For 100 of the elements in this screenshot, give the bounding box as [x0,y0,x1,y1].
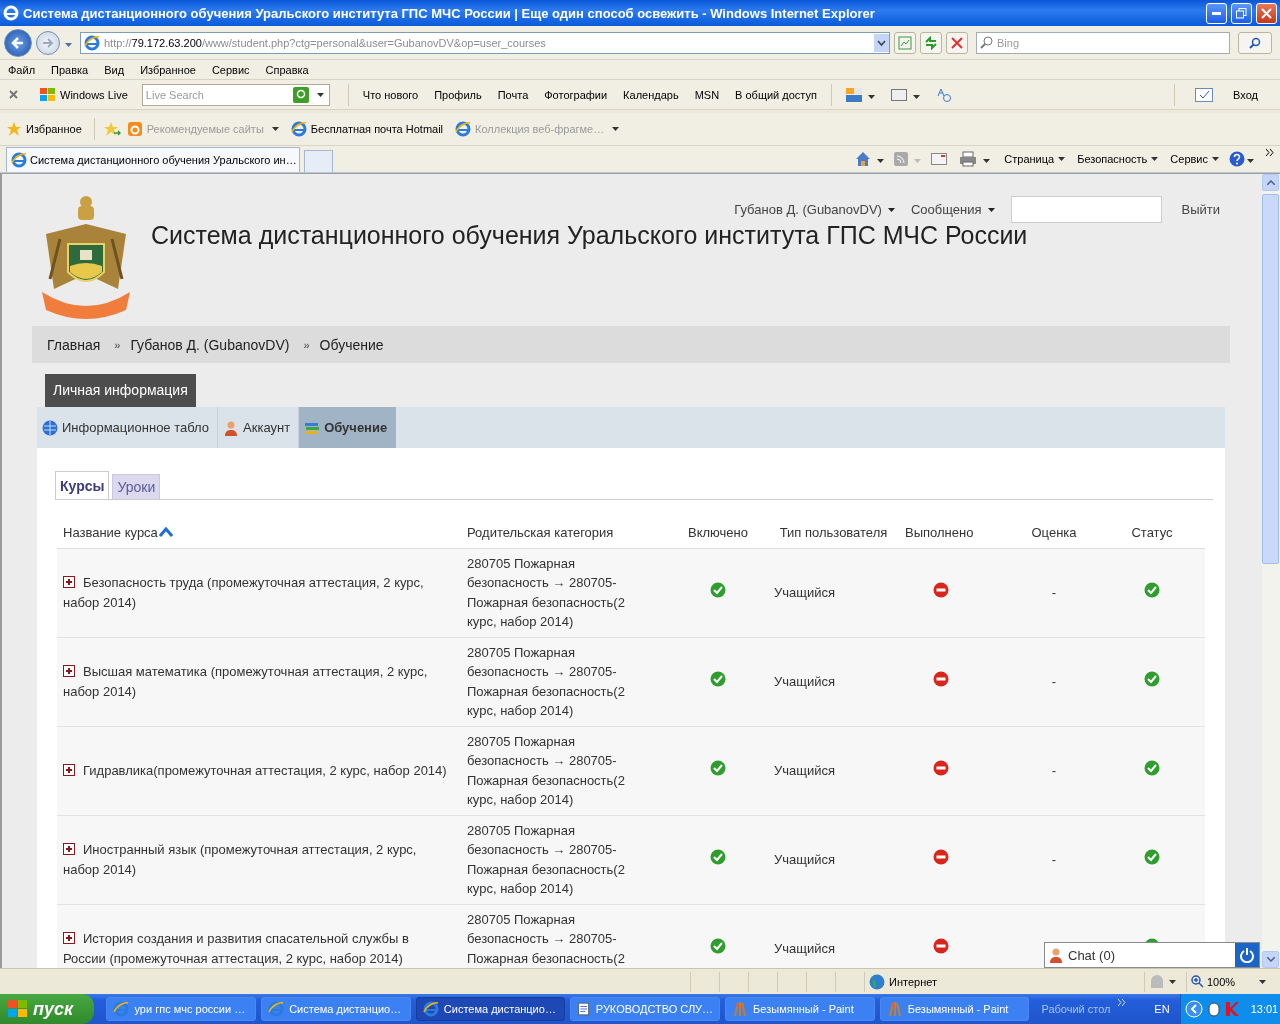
course-name[interactable]: История создания и развития спасательной службы в России (промежуточная аттестация, 2 курс, набор 2014) [63,929,455,968]
refresh-button[interactable] [920,31,942,54]
column-header[interactable]: Название курса [63,524,173,540]
mouse-icon[interactable] [1206,1001,1221,1017]
windows-live-link[interactable]: Windows Live [32,87,136,102]
browser-icon [3,5,19,21]
star-icon [6,121,22,137]
checklist-icon[interactable] [1195,87,1214,102]
live-search-field[interactable]: Live Search [141,83,330,106]
course-name[interactable]: Высшая математика (промежуточная аттестация, 2 курс, набор 2014) [63,662,455,701]
address-field[interactable]: http://79.172.63.200/www/student.php?ctg=personal&user=GubanovDV&op=user_courses [80,31,890,54]
back-button[interactable] [4,28,32,57]
menu-item[interactable]: Справка [257,63,317,76]
browser-icon [455,121,472,137]
power-button[interactable] [1235,943,1259,967]
home-icon[interactable] [855,151,872,167]
browser-icon [268,1001,285,1017]
zoom-control[interactable]: 100% [1186,971,1280,992]
chat-label[interactable]: Chat (0) [1045,947,1235,963]
language-indicator[interactable]: EN [1154,1003,1170,1015]
menu-item[interactable]: Правка [43,63,97,76]
course-name[interactable]: Безопасность труда (промежуточная аттестация, 2 курс, набор 2014) [63,573,455,612]
favorites-link[interactable]: Бесплатная почта Hotmail [286,121,452,137]
user-type: Учащийся [774,584,836,600]
breadcrumb-link[interactable]: Губанов Д. (GubanovDV) [130,336,290,353]
breadcrumb-link[interactable]: Обучение [319,336,384,353]
taskbar-button[interactable]: Система дистанцио… [261,997,411,1021]
sub-tab[interactable]: Обучение [299,407,397,448]
desktop-toolbar[interactable]: Рабочий стол [1041,1003,1111,1015]
help-icon[interactable] [1229,151,1245,167]
expand-icon[interactable] [63,932,75,944]
caret-icon [1247,159,1254,163]
windows-logo-icon [8,1000,28,1018]
start-button[interactable]: пуск [0,994,94,1024]
sign-in-link[interactable]: Вход [1225,88,1266,101]
tab[interactable]: Курсы [55,471,110,499]
toolbar-link[interactable]: В общий доступ [727,88,825,101]
chevron-icon[interactable] [1266,149,1274,156]
print-icon[interactable] [959,151,978,167]
back-icon[interactable] [1184,1000,1203,1018]
menu-item[interactable]: Вид [96,63,133,76]
command-menu[interactable]: Сервис [1164,153,1225,165]
zoom-icon [1191,975,1204,988]
toolbar-link[interactable]: Почта [489,88,537,101]
browser-tab[interactable]: Система дистанционного обучения Уральского ин… [6,147,300,172]
course-name[interactable]: Иностранный язык (промежуточная аттестация, 2 курс, набор 2014) [63,840,455,879]
taskbar-button[interactable]: Безымянный - Paint [879,997,1030,1021]
scroll-thumb[interactable] [1262,194,1279,564]
minimize-button[interactable] [1206,2,1227,24]
translate-icon[interactable] [935,86,952,103]
search-icon [1249,36,1261,49]
site-title: Система дистанционного обучения Уральского института ГПС МЧС России [151,221,1029,250]
scroll-up-button[interactable] [1262,174,1279,191]
add-favorite-icon[interactable] [102,121,121,137]
course-name[interactable]: Гидравлика(промежуточная аттестация, 2 курс, набор 2014) [63,760,455,781]
layout-icon[interactable] [845,87,862,102]
card-icon[interactable] [890,88,907,101]
stop-button[interactable] [946,31,968,54]
scroll-down-button[interactable] [1262,951,1279,968]
toolbar-link[interactable]: Фотографии [536,88,616,101]
stop-icon [951,36,963,49]
search-button[interactable] [1238,31,1272,54]
taskbar-button[interactable]: Безымянный - Paint [725,997,875,1021]
messages-menu[interactable]: Сообщения [910,202,995,217]
menu-item[interactable]: Избранное [132,63,204,76]
forward-button[interactable] [36,30,60,55]
close-button[interactable] [1256,2,1277,24]
sort-up-icon [158,527,173,538]
search-field[interactable]: Bing [976,31,1230,54]
expand-icon[interactable] [63,576,75,588]
favorites-button[interactable]: Избранное [0,121,90,137]
windows-logo-icon [40,87,56,102]
section-tab[interactable]: Личная информация [45,374,196,407]
close-icon [1261,7,1272,19]
expand-icon[interactable] [63,665,75,677]
close-icon[interactable] [9,90,18,99]
caret-icon [65,42,72,47]
breadcrumb-link[interactable]: Главная [47,336,101,353]
taskbar-button[interactable]: Система дистанцио… [415,997,566,1021]
taskbar-button[interactable]: РУКОВОДСТВО СЛУ… [570,997,721,1021]
logout-link[interactable]: Выйти [1181,202,1220,217]
command-menu[interactable]: Безопасность [1071,153,1165,165]
user-type: Учащийся [774,851,836,867]
tab[interactable]: Уроки [112,474,161,499]
user-menu[interactable]: Губанов Д. (GubanovDV) [734,202,895,217]
chat-widget[interactable]: Chat (0) [1044,942,1260,968]
menu-item[interactable]: Файл [0,63,44,76]
toolbar-link[interactable]: Профиль [426,88,490,101]
expand-icon[interactable] [63,763,75,776]
dropdown-icon[interactable] [874,33,889,52]
command-menu[interactable]: Страница [998,153,1072,165]
menu-item[interactable]: Сервис [203,63,258,76]
toolbar-link[interactable]: Что нового [354,88,427,101]
search-field[interactable] [1010,196,1162,223]
restore-button[interactable] [1231,2,1252,24]
taskbar-button[interactable]: ури гпс мчс россии … [106,997,257,1021]
toolbar-link[interactable]: Календарь [615,88,687,101]
mail-icon[interactable] [931,153,948,165]
expand-icon[interactable] [63,843,75,855]
toolbar-link[interactable]: MSN [686,88,728,101]
